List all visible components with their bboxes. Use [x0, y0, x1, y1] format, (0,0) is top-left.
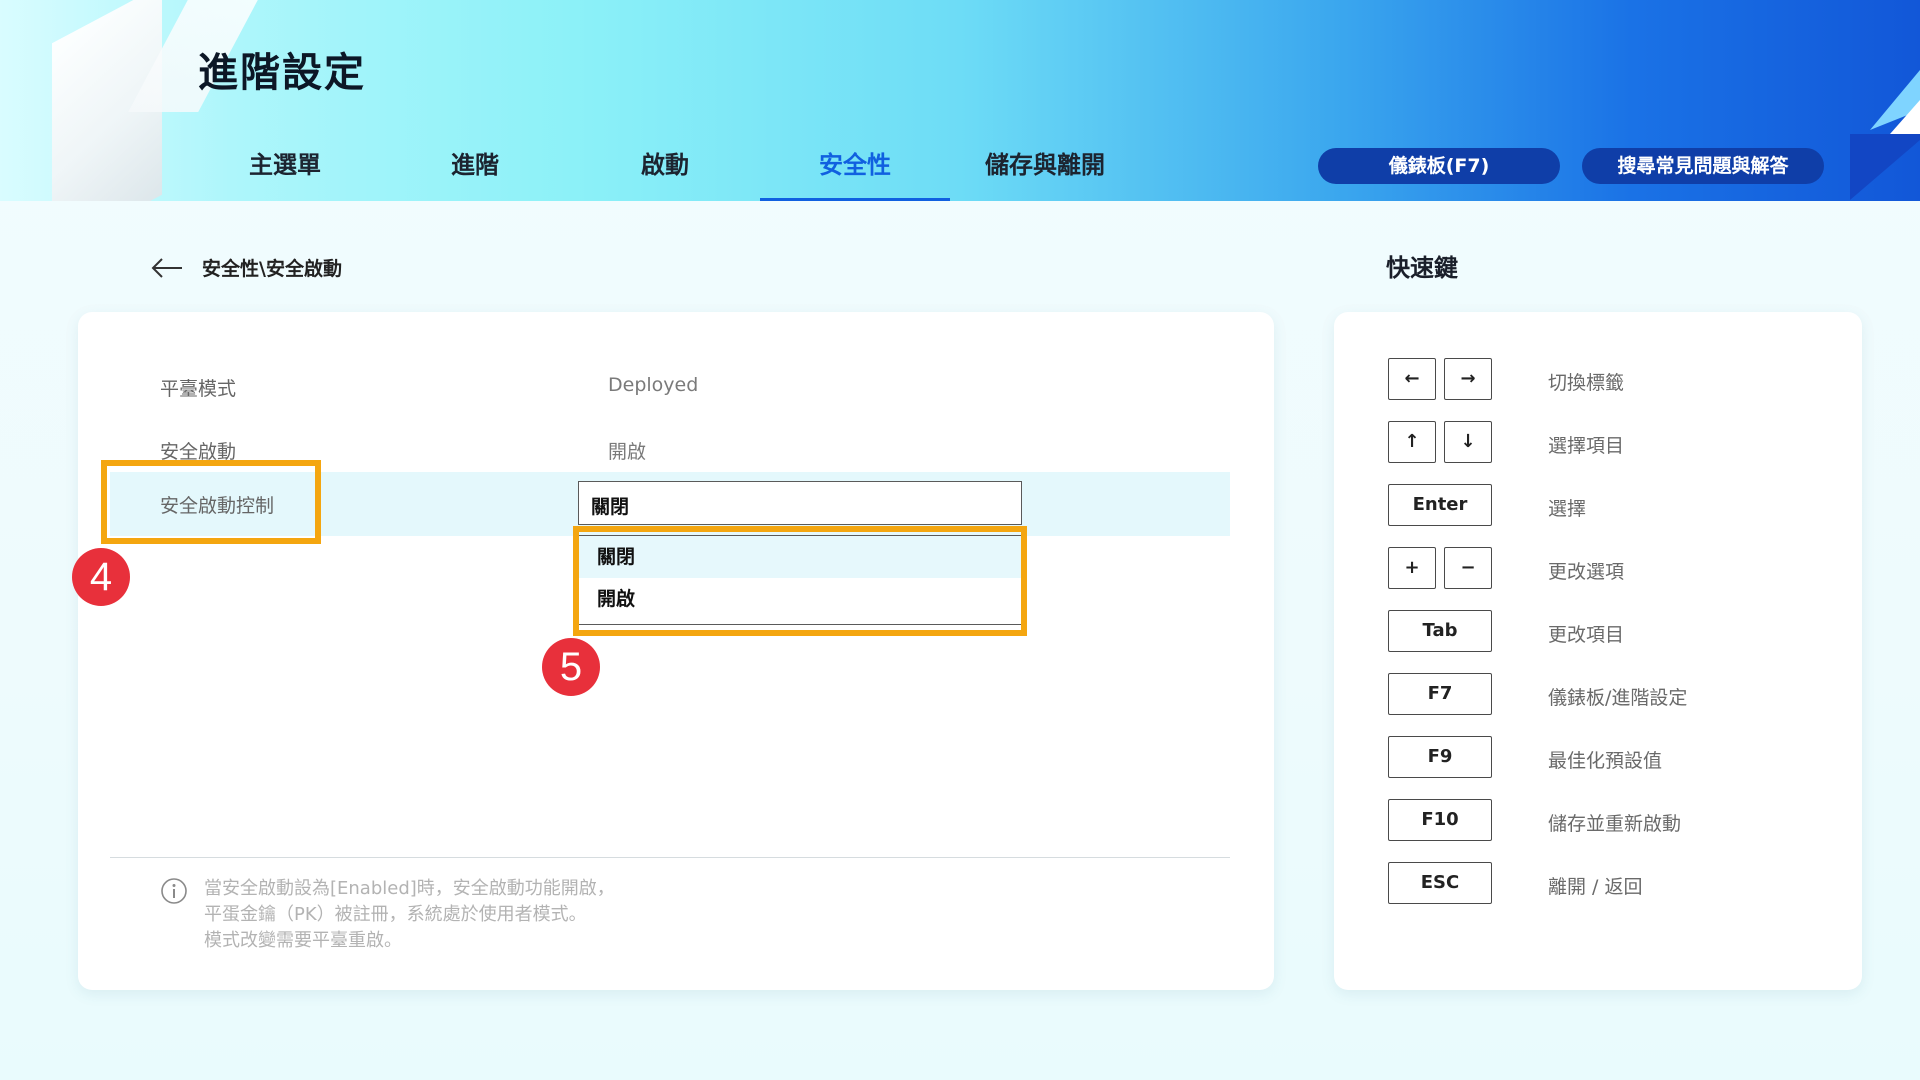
tab-main-menu[interactable]: 主選單 [190, 136, 380, 201]
hotkey-row: ← → 切換標籤 [1388, 358, 1848, 400]
header-banner: 進階設定 主選單 進階 啟動 安全性 儲存與離開 儀錶板(F7) 搜尋常見問題與… [0, 0, 1920, 201]
back-arrow-icon[interactable] [150, 256, 184, 280]
setting-label: 平臺模式 [160, 378, 237, 400]
hotkey-row: Tab 更改項目 [1388, 610, 1848, 652]
hotkey-description: 選擇項目 [1548, 435, 1625, 457]
corner-decoration-right [1850, 70, 1920, 200]
key-down-arrow: ↓ [1444, 421, 1492, 463]
hotkeys-title: 快速鍵 [1386, 254, 1458, 282]
step-badge-5: 5 [542, 638, 600, 696]
key-tab: Tab [1388, 610, 1492, 652]
dashboard-button[interactable]: 儀錶板(F7) [1318, 148, 1560, 184]
hotkey-description: 儲存並重新啟動 [1548, 813, 1682, 835]
tab-security[interactable]: 安全性 [760, 136, 950, 201]
hotkey-row: Enter 選擇 [1388, 484, 1848, 526]
tab-advanced[interactable]: 進階 [380, 136, 570, 201]
hotkey-row: + − 更改選項 [1388, 547, 1848, 589]
key-f9: F9 [1388, 736, 1492, 778]
key-f10: F10 [1388, 799, 1492, 841]
faq-search-button[interactable]: 搜尋常見問題與解答 [1582, 148, 1824, 184]
tab-save-exit[interactable]: 儲存與離開 [950, 136, 1140, 201]
setting-row-platform-mode[interactable]: 平臺模式 Deployed [110, 354, 1230, 418]
hotkey-description: 更改選項 [1548, 561, 1625, 583]
settings-panel: 平臺模式 Deployed 安全啟動 開啟 安全啟動控制 關閉 關閉 開啟 當安… [78, 312, 1274, 990]
key-minus: − [1444, 547, 1492, 589]
breadcrumb-path: 安全性\安全啟動 [202, 258, 342, 280]
hotkeys-panel: ← → 切換標籤 ↑ ↓ 選擇項目 Enter 選擇 + − 更改選項 Tab … [1334, 312, 1862, 990]
key-up-arrow: ↑ [1388, 421, 1436, 463]
hotkey-description: 更改項目 [1548, 624, 1625, 646]
hotkey-description: 切換標籤 [1548, 372, 1625, 394]
hotkey-row: F9 最佳化預設值 [1388, 736, 1848, 778]
help-line: 平蛋金鑰（PK）被註冊，系統處於使用者模式。 [204, 904, 587, 925]
tab-boot[interactable]: 啟動 [570, 136, 760, 201]
key-f7: F7 [1388, 673, 1492, 715]
hotkey-description: 儀錶板/進階設定 [1548, 687, 1688, 709]
annotation-highlight-5 [573, 526, 1027, 636]
hotkey-description: 最佳化預設值 [1548, 750, 1663, 772]
setting-value: Deployed [608, 374, 699, 396]
tab-bar: 主選單 進階 啟動 安全性 儲存與離開 [190, 136, 1140, 201]
hotkey-row: ESC 離開 / 返回 [1388, 862, 1848, 904]
divider [110, 857, 1230, 858]
key-enter: Enter [1388, 484, 1492, 526]
help-text: 當安全啟動設為[Enabled]時，安全啟動功能開啟， 平蛋金鑰（PK）被註冊，… [204, 876, 615, 954]
hotkey-description: 選擇 [1548, 498, 1587, 520]
setting-value: 開啟 [608, 441, 647, 463]
key-left-arrow: ← [1388, 358, 1436, 400]
page-title: 進階設定 [198, 50, 366, 96]
breadcrumb: 安全性\安全啟動 [150, 254, 342, 281]
hotkey-row: F7 儀錶板/進階設定 [1388, 673, 1848, 715]
annotation-highlight-4 [101, 460, 321, 544]
help-line: 當安全啟動設為[Enabled]時，安全啟動功能開啟， [204, 878, 615, 899]
step-badge-4: 4 [72, 548, 130, 606]
hotkey-row: ↑ ↓ 選擇項目 [1388, 421, 1848, 463]
info-icon [161, 878, 187, 904]
key-esc: ESC [1388, 862, 1492, 904]
key-right-arrow: → [1444, 358, 1492, 400]
hotkey-row: F10 儲存並重新啟動 [1388, 799, 1848, 841]
help-line: 模式改變需要平臺重啟。 [204, 930, 402, 951]
secure-boot-control-select[interactable]: 關閉 [578, 481, 1022, 525]
key-plus: + [1388, 547, 1436, 589]
select-value: 關閉 [591, 496, 630, 518]
hotkey-description: 離開 / 返回 [1548, 876, 1643, 898]
